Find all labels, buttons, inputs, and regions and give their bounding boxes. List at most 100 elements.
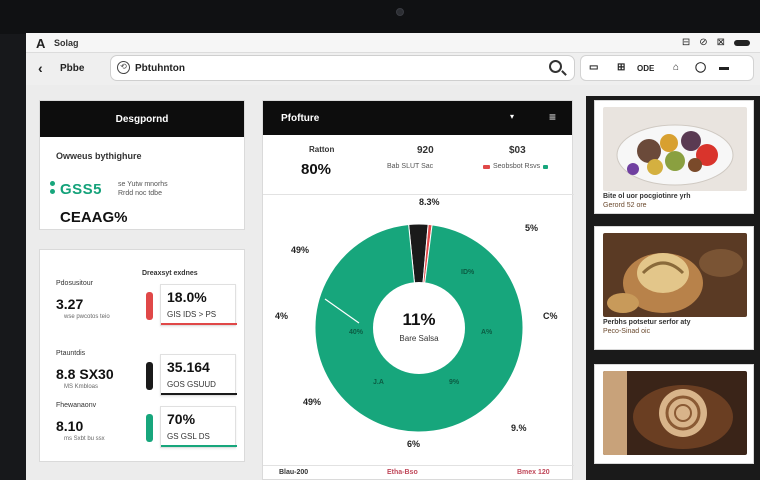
window-icon[interactable]: ▭ bbox=[589, 62, 598, 73]
metric-bar bbox=[146, 414, 153, 442]
pie-inner-label: ID% bbox=[461, 269, 475, 276]
toolbar-actions: ▭ ⊞ ODE ⌂ ◯ ▬ bbox=[580, 55, 754, 81]
metrics-title: Dreaxsyt exdnes bbox=[142, 270, 198, 277]
bullet-dots bbox=[50, 181, 55, 197]
metric-bar bbox=[146, 362, 153, 390]
recipe-feed: Bite ol uor pocgiotinre yrh Gerord 52 or… bbox=[586, 96, 760, 480]
title-bar: A Solag ⊟ ⊘ ⊠ bbox=[26, 33, 760, 53]
pie-slice-label: 49% bbox=[303, 397, 322, 407]
portfolio-header: Pfofture ▾ ≡ bbox=[263, 101, 572, 135]
stat3-note: Seobsbot Rsvs bbox=[493, 163, 541, 170]
pie-chart: 11% Bare Salsa 8.3% 5% C% 9.% 6% 49% 4% … bbox=[263, 195, 574, 455]
metric-box-value: 35.164 bbox=[167, 359, 210, 375]
accent-note: se Yutw mnorhs bbox=[118, 181, 168, 188]
bowl-photo bbox=[603, 107, 747, 191]
footer-label[interactable]: Blau-200 bbox=[279, 469, 308, 476]
app-logo-icon: A bbox=[36, 36, 46, 51]
metric-bar bbox=[146, 292, 153, 320]
pie-slice-label: C% bbox=[543, 311, 558, 321]
bullet-dot-icon bbox=[50, 189, 55, 194]
pie-inner-label: J.A bbox=[373, 379, 384, 386]
pie-inner-label: 9% bbox=[449, 379, 460, 386]
metric-box: 70% GS GSL DS bbox=[160, 406, 237, 448]
metric-box-line bbox=[161, 393, 237, 395]
metric-box: 18.0% GIS IDS > PS bbox=[160, 284, 237, 326]
pie-slice-label: 9.% bbox=[511, 423, 527, 433]
window-title: Solag bbox=[54, 38, 79, 48]
metric-note: wse pwcotos teio bbox=[64, 314, 110, 320]
pie-center-value: 11% bbox=[402, 310, 435, 329]
pie-chart-svg: 11% Bare Salsa bbox=[314, 223, 524, 433]
grid-icon[interactable]: ⊞ bbox=[617, 62, 625, 73]
home-icon[interactable]: ⌂ bbox=[673, 62, 679, 73]
pie-inner-label: A% bbox=[481, 329, 493, 336]
restore-icon[interactable]: ⊘ bbox=[699, 37, 707, 49]
app-window: A Solag ⊟ ⊘ ⊠ ‹ Pbbe ⟲ ▭ ⊞ ODE ⌂ ◯ ▬ Des… bbox=[26, 33, 760, 480]
search-bar[interactable]: ⟲ bbox=[110, 55, 575, 81]
recipe-meta: Peco-Sinad oic bbox=[603, 328, 651, 335]
metric-note: MS Kmbloas bbox=[64, 384, 99, 390]
recipe-card[interactable]: Perbhs potsetur serfor aty Peco-Sinad oi… bbox=[594, 226, 754, 350]
mode-label[interactable]: ODE bbox=[637, 64, 654, 73]
summary-card: Desgpornd Owweus bythighure GSS5 se Yutw… bbox=[39, 100, 245, 230]
pie-center-label: Bare Salsa bbox=[399, 334, 439, 343]
camera-icon bbox=[396, 8, 404, 16]
recipe-card[interactable]: Bite ol uor pocgiotinre yrh Gerord 52 or… bbox=[594, 100, 754, 214]
recipe-title: Bite ol uor pocgiotinre yrh bbox=[603, 193, 691, 200]
battery-icon: ▬ bbox=[719, 62, 729, 73]
legend-swatch bbox=[483, 165, 490, 169]
back-arrow-icon[interactable]: ‹ bbox=[38, 60, 43, 76]
legend-swatch bbox=[543, 165, 548, 169]
pastry-photo bbox=[603, 233, 747, 317]
search-input[interactable] bbox=[135, 61, 515, 75]
metric-row[interactable]: Pdosusitour 3.27 wse pwcotos teio 18.0% … bbox=[40, 280, 246, 336]
profile-icon[interactable]: ◯ bbox=[695, 62, 706, 73]
metric-box: 35.164 GOS GSUUD bbox=[160, 354, 237, 396]
metric-box-line bbox=[161, 323, 237, 325]
device-bezel bbox=[0, 0, 760, 34]
menu-icon[interactable]: ≡ bbox=[549, 110, 556, 124]
search-icon[interactable] bbox=[549, 60, 562, 73]
chart-footer: Blau-200 Etha-Bso Bmex 120 bbox=[263, 465, 574, 479]
recipe-meta: Gerord 52 ore bbox=[603, 202, 647, 209]
metric-note: ms Sxbt bu ssx bbox=[64, 436, 105, 442]
metric-box-sub: GS GSL DS bbox=[167, 432, 210, 441]
metric-label: Ptauntdis bbox=[56, 350, 86, 357]
metric-box-value: 18.0% bbox=[167, 289, 207, 305]
summary-big-value: CEAAG% bbox=[60, 209, 128, 226]
metric-row[interactable]: Fhewanaonv 8.10 ms Sxbt bu ssx 70% GS GS… bbox=[40, 402, 246, 458]
bowl-photo-image bbox=[603, 107, 747, 191]
pie-slice-label: 5% bbox=[525, 223, 539, 233]
onion-photo-image bbox=[603, 371, 747, 455]
metric-value: 8.10 bbox=[56, 418, 84, 434]
chevron-down-icon[interactable]: ▾ bbox=[510, 112, 514, 121]
onion-photo bbox=[603, 371, 747, 455]
status-pill bbox=[734, 40, 750, 46]
pie-slice-label: 49% bbox=[291, 245, 310, 255]
recipe-card[interactable] bbox=[594, 364, 754, 464]
history-icon[interactable]: ⟲ bbox=[117, 61, 130, 74]
portfolio-panel: Pfofture ▾ ≡ Ratton 80% 920 Bab SLUT Sac… bbox=[262, 100, 574, 480]
metric-value: 8.8 SX30 bbox=[56, 366, 114, 382]
metric-label: Pdosusitour bbox=[56, 280, 93, 287]
stat-value: 80% bbox=[301, 161, 332, 178]
bullet-dot-icon bbox=[50, 181, 55, 186]
metric-row[interactable]: Ptauntdis 8.8 SX30 MS Kmbloas 35.164 GOS… bbox=[40, 350, 246, 406]
metric-box-value: 70% bbox=[167, 411, 196, 427]
metrics-card: Dreaxsyt exdnes Pdosusitour 3.27 wse pwc… bbox=[39, 249, 245, 462]
back-label[interactable]: Pbbe bbox=[60, 63, 84, 74]
stat2-note: Bab SLUT Sac bbox=[387, 163, 434, 170]
pie-slice-label: 8.3% bbox=[419, 197, 440, 207]
close-icon[interactable]: ⊠ bbox=[717, 37, 725, 49]
footer-label[interactable]: Bmex 120 bbox=[517, 469, 550, 476]
metric-box-sub: GOS GSUUD bbox=[167, 380, 216, 389]
minimize-icon[interactable]: ⊟ bbox=[682, 37, 690, 49]
metric-value: 3.27 bbox=[56, 296, 84, 312]
pie-slice-label: 4% bbox=[275, 311, 289, 321]
pastry-photo-image bbox=[603, 233, 747, 317]
summary-subtitle: Owweus bythighure bbox=[56, 151, 142, 161]
toolbar: ‹ Pbbe ⟲ ▭ ⊞ ODE ⌂ ◯ ▬ bbox=[26, 53, 760, 85]
footer-label[interactable]: Etha-Bso bbox=[387, 469, 418, 476]
window-controls: ⊟ ⊘ ⊠ bbox=[682, 37, 750, 49]
accent-note: Rrdd noc tdbe bbox=[118, 190, 162, 197]
